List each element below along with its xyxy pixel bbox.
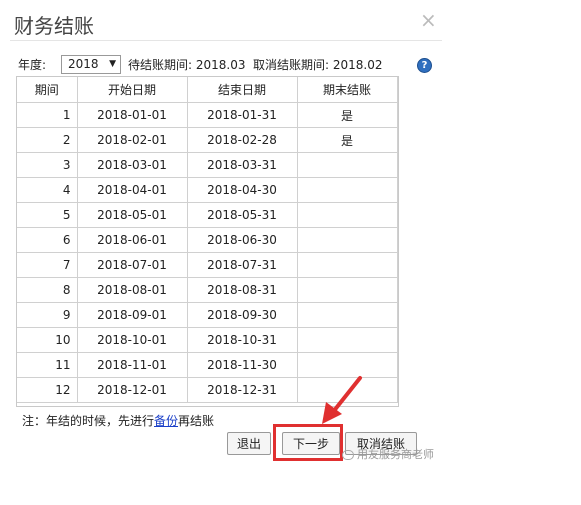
watermark-text: 用友服务商老师 <box>357 448 434 461</box>
annotation-arrow <box>322 376 362 424</box>
wechat-icon <box>342 450 354 460</box>
watermark: 用友服务商老师 <box>342 446 434 462</box>
